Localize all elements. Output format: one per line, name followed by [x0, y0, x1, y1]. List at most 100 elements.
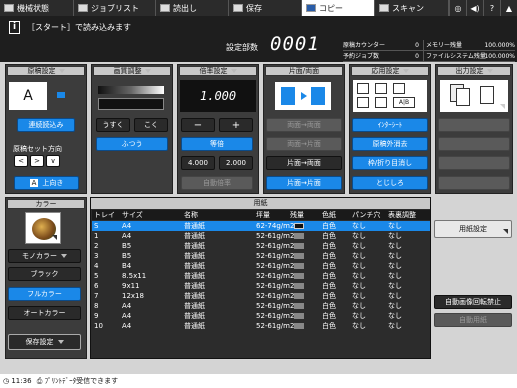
tab-job-list[interactable]: ジョブリスト: [74, 0, 156, 16]
sets-label: 設定部数: [226, 43, 258, 52]
zoom-preset-2[interactable]: 2.000: [219, 156, 253, 170]
auto-zoom-button[interactable]: 自動倍率: [181, 176, 253, 190]
zoom-preset-4[interactable]: 4.000: [181, 156, 215, 170]
interleaf-button[interactable]: ｲﾝﾀｰｼｰﾄ: [352, 118, 428, 132]
paper-level-icon: [294, 263, 304, 269]
table-row[interactable]: 2 B5 普通紙 52-61g/m2 白色 なし なし: [92, 241, 430, 251]
tab-scan[interactable]: スキャン: [375, 0, 449, 16]
lighter-button[interactable]: うすく: [96, 118, 130, 132]
time: 11:36: [11, 377, 32, 385]
auto-paper-button[interactable]: 自動用紙: [434, 313, 512, 327]
table-row[interactable]: 7 12x18 普通紙 52-61g/m2 白色 なし なし: [92, 291, 430, 301]
direction-right-button[interactable]: >: [30, 155, 44, 167]
table-cell-name: 普通紙: [184, 262, 205, 270]
zoom-equal-button[interactable]: 等倍: [181, 137, 253, 151]
table-cell-color: 白色: [322, 282, 336, 290]
paper-level-icon: [294, 313, 304, 319]
chevron-down-icon: [402, 69, 409, 73]
save-settings-button[interactable]: 保存設定: [8, 334, 81, 350]
paper-level-icon: [294, 293, 304, 299]
darker-button[interactable]: こく: [134, 118, 168, 132]
output-option-1[interactable]: [438, 118, 510, 132]
tab-recall[interactable]: 読出し: [156, 0, 229, 16]
black-button[interactable]: ブラック: [8, 267, 81, 281]
paper-level-icon: [294, 253, 304, 259]
zoom-settings-button[interactable]: 倍率設定: [179, 66, 257, 76]
table-cell-size: B5: [122, 242, 132, 250]
table-cell-weight: 52-61g/m2: [256, 252, 295, 260]
output-option-2[interactable]: [438, 137, 510, 151]
table-cell-adj: なし: [388, 302, 402, 310]
table-cell-name: 普通紙: [184, 252, 205, 260]
status-message: ［スタート］で読み込みます: [27, 23, 131, 32]
table-cell-weight: 52-61g/m2: [256, 232, 295, 240]
volume-icon[interactable]: ◀): [466, 0, 483, 16]
full-color-button[interactable]: フルカラー: [8, 287, 81, 301]
globe-icon[interactable]: ◎: [449, 0, 466, 16]
help-icon[interactable]: ?: [483, 0, 500, 16]
duplex-2to2-button[interactable]: 両面→両面: [266, 118, 342, 132]
direction-up-button[interactable]: A 上向き: [14, 176, 79, 190]
binding-margin-button[interactable]: とじしろ: [352, 176, 428, 190]
output-option-3[interactable]: [438, 156, 510, 170]
table-cell-size: 9x11: [122, 282, 140, 290]
tab-machine-status[interactable]: 機械状態: [0, 0, 74, 16]
table-row[interactable]: 1 A4 普通紙 52-61g/m2 白色 なし なし: [92, 231, 430, 241]
mono-color-button[interactable]: モノカラー: [8, 249, 81, 263]
original-settings-button[interactable]: 原稿設定: [7, 66, 85, 76]
table-cell-name: 普通紙: [184, 222, 205, 230]
direction-down-button[interactable]: ∨: [46, 155, 60, 167]
zoom-minus-button[interactable]: −: [181, 118, 215, 132]
table-cell-punch: なし: [352, 312, 366, 320]
duplex-1to2-button[interactable]: 片面→両面: [266, 156, 342, 170]
table-cell-adj: なし: [388, 322, 402, 330]
paper-settings-button[interactable]: 用紙設定: [434, 220, 512, 238]
density-meter: [98, 98, 164, 110]
table-cell-size: A4: [122, 222, 132, 230]
table-row[interactable]: 3 B5 普通紙 52-61g/m2 白色 なし なし: [92, 251, 430, 261]
table-row[interactable]: 5 8.5x11 普通紙 52-61g/m2 白色 なし なし: [92, 271, 430, 281]
quality-settings-button[interactable]: 画質調整: [93, 66, 171, 76]
frame-fold-erase-button[interactable]: 枠/折り目消し: [352, 156, 428, 170]
table-row[interactable]: S A4 普通紙 62-74g/m2 白色 なし なし: [92, 221, 430, 231]
table-cell-name: 普通紙: [184, 232, 205, 240]
original-preview: A: [9, 82, 47, 110]
duplex-header: 片面/両面: [265, 66, 343, 76]
continuous-scan-button[interactable]: 連続読込み: [17, 118, 75, 132]
duplex-1to1-button[interactable]: 片面→片面: [266, 176, 342, 190]
table-cell-punch: なし: [352, 292, 366, 300]
tab-save[interactable]: 保存: [229, 0, 302, 16]
erase-outside-button[interactable]: 原稿外消去: [352, 137, 428, 151]
output-settings-button[interactable]: 出力設定: [437, 66, 511, 76]
chevron-down-icon: [144, 69, 151, 73]
table-cell-color: 白色: [322, 242, 336, 250]
table-cell-size: B5: [122, 252, 132, 260]
table-row[interactable]: 10 A4 普通紙 52-61g/m2 白色 なし なし: [92, 321, 430, 331]
table-cell-size: A4: [122, 302, 132, 310]
chevron-down-icon: [61, 254, 67, 258]
table-cell-color: 白色: [322, 292, 336, 300]
eject-icon[interactable]: ▲: [500, 0, 517, 16]
original-size-icon: [57, 92, 65, 98]
duplex-2to1-button[interactable]: 両面→片面: [266, 137, 342, 151]
table-cell-name: 普通紙: [184, 302, 205, 310]
table-cell-adj: なし: [388, 292, 402, 300]
direction-left-button[interactable]: <: [14, 155, 28, 167]
table-row[interactable]: 9 A4 普通紙 52-61g/m2 白色 なし なし: [92, 311, 430, 321]
application-settings-button[interactable]: 応用設定: [351, 66, 429, 76]
table-row[interactable]: 4 B4 普通紙 52-61g/m2 白色 なし なし: [92, 261, 430, 271]
table-cell-weight: 52-61g/m2: [256, 282, 295, 290]
table-row[interactable]: 6 9x11 普通紙 52-61g/m2 白色 なし なし: [92, 281, 430, 291]
table-cell-adj: なし: [388, 312, 402, 320]
auto-rotate-off-button[interactable]: 自動画像回転禁止: [434, 295, 512, 309]
zoom-display: 1.000: [180, 80, 256, 112]
table-row[interactable]: 8 A4 普通紙 52-61g/m2 白色 なし なし: [92, 301, 430, 311]
zoom-plus-button[interactable]: +: [219, 118, 253, 132]
output-option-4[interactable]: [438, 176, 510, 190]
table-cell-tray: S: [94, 222, 99, 230]
counter-row: 原稿カウンター 0 メモリー残量 100.000%: [343, 40, 515, 51]
table-cell-weight: 52-61g/m2: [256, 302, 295, 310]
auto-color-button[interactable]: オートカラー: [8, 306, 81, 320]
tab-copy[interactable]: コピー: [302, 0, 375, 16]
normal-density-button[interactable]: ふつう: [96, 137, 168, 151]
